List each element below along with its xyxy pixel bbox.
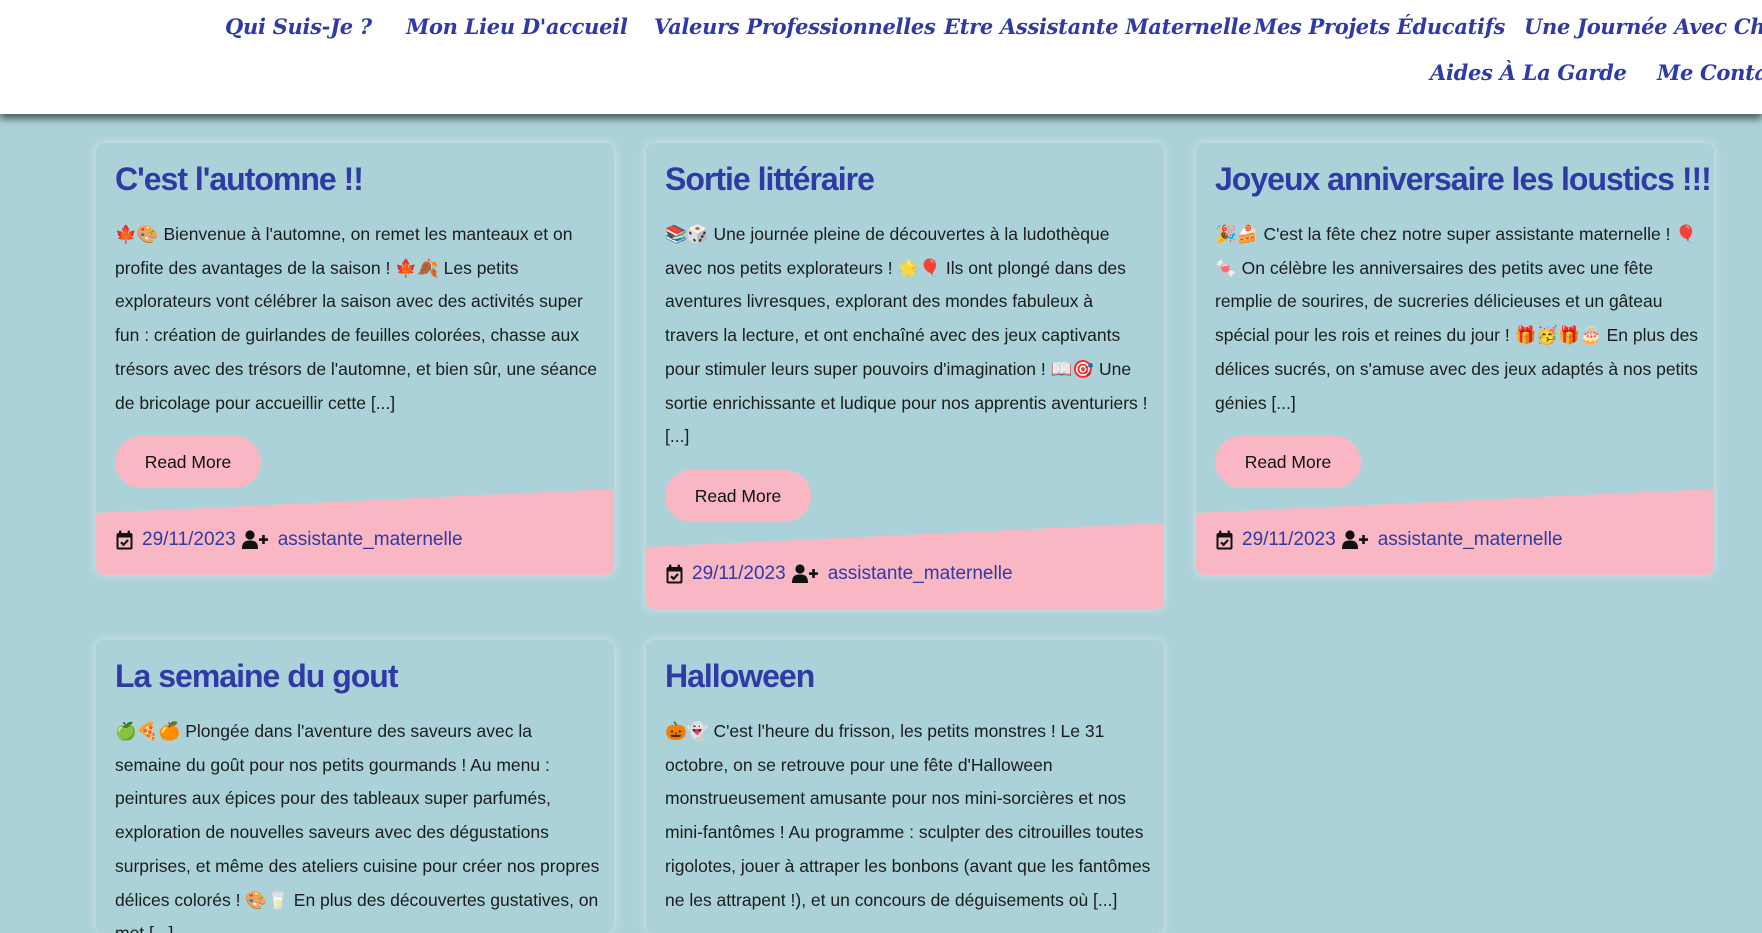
read-more-button[interactable]: Read More bbox=[665, 470, 811, 522]
read-more-button[interactable]: Read More bbox=[115, 436, 261, 488]
nav-item-mes-projets-educatifs[interactable]: Mes Projets Éducatifs bbox=[1254, 14, 1505, 39]
post-card: Halloween 🎃👻 C'est l'heure du frisson, l… bbox=[646, 640, 1164, 933]
nav-item-valeurs-professionnelles[interactable]: Valeurs Professionnelles bbox=[654, 14, 936, 39]
post-meta: 29/11/2023 assistante_maternelle bbox=[115, 529, 463, 551]
post-meta: 29/11/2023 assistante_maternelle bbox=[1215, 529, 1563, 551]
post-author-link[interactable]: assistante_maternelle bbox=[1378, 529, 1563, 551]
calendar-check-icon bbox=[1215, 530, 1234, 551]
nav-item-aides-a-la-garde[interactable]: Aides À La Garde bbox=[1430, 60, 1627, 85]
post-title[interactable]: La semaine du gout bbox=[115, 658, 398, 695]
post-card: C'est l'automne !! 🍁🎨 Bienvenue à l'auto… bbox=[96, 143, 614, 575]
user-plus-icon bbox=[1341, 530, 1368, 550]
post-card: Joyeux anniversaire les loustics !!! 🎉🍰 … bbox=[1196, 143, 1714, 575]
nav-item-etre-assistante-maternelle[interactable]: Etre Assistante Maternelle bbox=[944, 14, 1252, 39]
calendar-check-icon bbox=[115, 530, 134, 551]
post-author-link[interactable]: assistante_maternelle bbox=[278, 529, 463, 551]
user-plus-icon bbox=[241, 530, 268, 550]
post-excerpt: 🎃👻 C'est l'heure du frisson, les petits … bbox=[665, 721, 1151, 910]
post-date-link[interactable]: 29/11/2023 bbox=[142, 529, 236, 551]
post-title[interactable]: Halloween bbox=[665, 658, 815, 695]
post-author-link[interactable]: assistante_maternelle bbox=[828, 563, 1013, 585]
post-card: Sortie littéraire 📚🎲 Une journée pleine … bbox=[646, 143, 1164, 609]
nav-item-mon-lieu-daccueil[interactable]: Mon Lieu D'accueil bbox=[406, 14, 628, 39]
post-title[interactable]: Sortie littéraire bbox=[665, 161, 875, 198]
post-title[interactable]: C'est l'automne !! bbox=[115, 161, 364, 198]
post-excerpt: 📚🎲 Une journée pleine de découvertes à l… bbox=[665, 224, 1148, 447]
calendar-check-icon bbox=[665, 564, 684, 585]
user-plus-icon bbox=[791, 564, 818, 584]
read-more-button[interactable]: Read More bbox=[1215, 436, 1361, 488]
post-date-link[interactable]: 29/11/2023 bbox=[692, 563, 786, 585]
post-excerpt: 🎉🍰 C'est la fête chez notre super assist… bbox=[1215, 224, 1699, 413]
site-header: Qui Suis-Je ? Mon Lieu D'accueil Valeurs… bbox=[0, 0, 1762, 114]
post-title[interactable]: Joyeux anniversaire les loustics !!! bbox=[1215, 161, 1712, 198]
post-date-link[interactable]: 29/11/2023 bbox=[1242, 529, 1336, 551]
post-excerpt: 🍏🍕🍊 Plongée dans l'aventure des saveurs … bbox=[115, 721, 600, 933]
post-meta: 29/11/2023 assistante_maternelle bbox=[665, 563, 1013, 585]
nav-item-une-journee[interactable]: Une Journée Avec Charlè bbox=[1524, 14, 1762, 39]
post-card: La semaine du gout 🍏🍕🍊 Plongée dans l'av… bbox=[96, 640, 614, 933]
post-excerpt: 🍁🎨 Bienvenue à l'automne, on remet les m… bbox=[115, 224, 597, 413]
nav-item-me-contacter[interactable]: Me Contac bbox=[1657, 60, 1762, 85]
nav-item-qui-suis-je[interactable]: Qui Suis-Je ? bbox=[225, 14, 372, 39]
